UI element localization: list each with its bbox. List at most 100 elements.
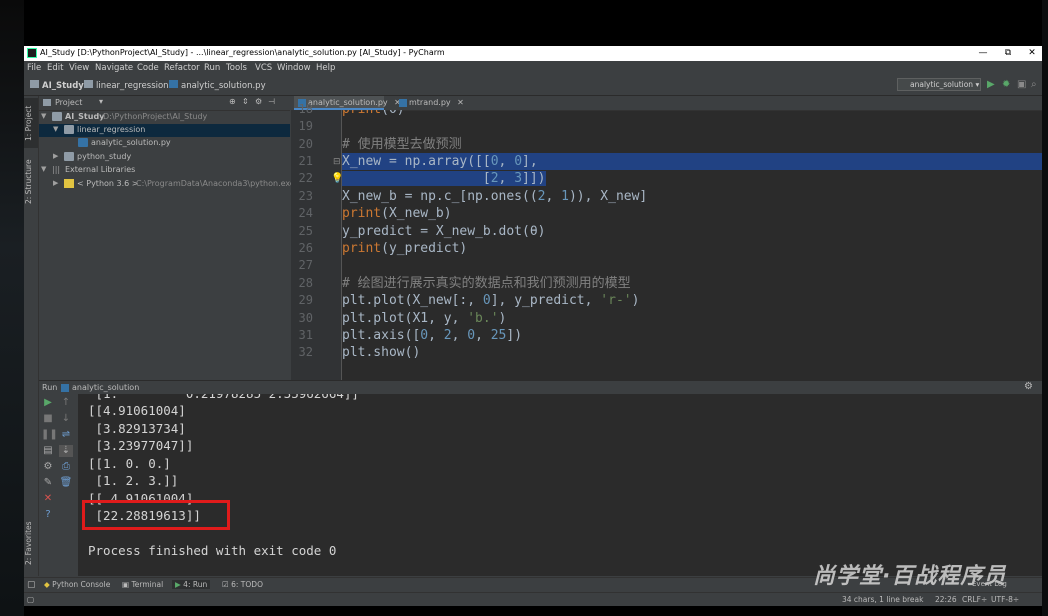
tab-todo[interactable]: ☑ 6: TODO <box>222 580 263 589</box>
tree-item-linear-regression[interactable]: ▼ linear_regression <box>39 124 290 137</box>
tab-favorites[interactable]: 2: Favorites <box>24 516 38 571</box>
run-config-select[interactable]: analytic_solution ▾ <box>897 78 981 91</box>
line-number: 26 <box>298 241 313 255</box>
tree-hint: D:\PythonProject\AI_Study <box>103 112 208 121</box>
tab-mtrand[interactable]: mtrand.py ✕ <box>395 96 464 110</box>
toggle-tool-windows-icon[interactable]: ▢ <box>27 580 36 590</box>
minimize-button[interactable]: — <box>976 47 990 59</box>
status-toggle-icon[interactable]: ▢ <box>27 595 34 604</box>
gear-icon[interactable]: ⚙ <box>255 97 262 106</box>
code-line: # 绘图进行展示真实的数据点和我们预测用的模型 <box>342 276 631 291</box>
menu-refactor[interactable]: Refactor <box>164 63 200 73</box>
tree-item-external-libraries[interactable]: ▼ ||| External Libraries <box>39 164 290 177</box>
event-log-link[interactable]: Event Log <box>972 580 1007 588</box>
project-panel-header: Project ▾ ⊕ ⇕ ⚙ ⊣ <box>39 96 290 111</box>
desktop-background-left <box>0 0 24 616</box>
code-editor: analytic_solution.py ✕ mtrand.py ✕ 18 19… <box>291 96 1042 382</box>
python-sdk-icon <box>64 179 74 188</box>
status-selection: 34 chars, 1 line break <box>842 595 924 604</box>
pause-icon[interactable]: ❚❚ <box>41 429 58 441</box>
help-icon[interactable]: ? <box>41 509 55 521</box>
folder-icon <box>52 112 62 121</box>
tab-terminal[interactable]: ▣ Terminal <box>122 580 163 589</box>
menu-navigate[interactable]: Navigate <box>95 63 133 73</box>
up-arrow-icon[interactable]: ↑ <box>59 397 73 409</box>
close-icon[interactable]: ✕ <box>41 493 55 505</box>
chevron-down-icon: ▼ <box>53 125 59 133</box>
code-area[interactable]: print(θ) # 使用模型去做预测 X_new = np.array([[0… <box>342 110 1042 382</box>
run-console[interactable]: [1. 0.21978285 2.35962664]] [[4.91061004… <box>78 394 1042 576</box>
tree-item-ai-study[interactable]: ▼ AI_Study D:\PythonProject\AI_Study <box>39 111 290 124</box>
tab-run[interactable]: ▶ 4: Run <box>172 580 211 589</box>
run-panel-header: Run analytic_solution ⚙ <box>39 380 1042 395</box>
coverage-icon[interactable]: ▣ <box>1017 79 1026 91</box>
line-number: 22 <box>298 171 313 185</box>
python-file-icon <box>169 80 178 88</box>
status-line-separator[interactable]: CRLF÷ <box>962 595 987 604</box>
pycharm-logo-icon <box>27 48 37 58</box>
collapse-icon[interactable]: ⇕ <box>242 97 249 106</box>
python-file-icon <box>78 138 88 147</box>
run-panel-title: Run <box>42 383 58 392</box>
close-button[interactable]: ✕ <box>1025 47 1039 59</box>
gear-icon[interactable]: ⚙ <box>1024 381 1033 392</box>
restore-button[interactable]: ⧉ <box>1001 47 1015 59</box>
python-file-icon <box>61 384 69 392</box>
menu-help[interactable]: Help <box>316 63 335 73</box>
breadcrumb-project[interactable]: AI_Study <box>30 80 84 91</box>
code-line: plt.show() <box>342 345 421 360</box>
menu-run[interactable]: Run <box>204 63 220 73</box>
line-number: 18 <box>298 102 313 116</box>
tree-label: analytic_solution.py <box>91 138 171 147</box>
tab-label: Terminal <box>131 580 164 589</box>
pin-icon[interactable]: ✎ <box>41 477 55 489</box>
tab-structure[interactable]: 2: Structure <box>24 154 38 209</box>
scroll-to-end-icon[interactable]: ⇣ <box>59 445 73 457</box>
editor-tabs: analytic_solution.py ✕ mtrand.py ✕ <box>291 96 1042 111</box>
stop-icon[interactable]: ■ <box>41 413 55 425</box>
breadcrumb-file[interactable]: analytic_solution.py <box>169 80 266 91</box>
breadcrumb-folder[interactable]: linear_regression <box>84 80 169 91</box>
menu-tools[interactable]: Tools <box>226 63 247 73</box>
code-line: plt.axis([0, 2, 0, 25]) <box>342 328 523 343</box>
project-panel-title[interactable]: Project <box>55 98 82 107</box>
close-icon[interactable]: ✕ <box>457 98 464 107</box>
tab-python-console[interactable]: ◆ Python Console <box>44 580 110 589</box>
run-icon[interactable]: ▶ <box>987 79 995 91</box>
chevron-down-icon[interactable]: ▾ <box>99 97 103 106</box>
code-line: print(X_new_b) <box>342 206 452 221</box>
menu-vcs[interactable]: VCS <box>255 63 272 73</box>
tree-item-python-study[interactable]: ▶ python_study <box>39 151 290 164</box>
tree-item-python-sdk[interactable]: ▶ < Python 3.6 > C:\ProgramData\Anaconda… <box>39 178 295 191</box>
tab-label: analytic_solution.py <box>308 98 388 107</box>
dump-threads-icon[interactable]: ▤ <box>41 445 55 457</box>
chevron-down-icon: ▼ <box>41 165 47 173</box>
search-everywhere-icon[interactable]: ⌕ <box>1031 79 1037 91</box>
menu-file[interactable]: File <box>27 63 41 73</box>
tree-item-analytic-solution[interactable]: analytic_solution.py <box>39 137 290 150</box>
menu-edit[interactable]: Edit <box>47 63 63 73</box>
print-icon[interactable]: ⎙ <box>59 461 73 473</box>
menu-window[interactable]: Window <box>277 63 311 73</box>
todo-icon: ☑ <box>222 580 229 589</box>
menu-view[interactable]: View <box>69 63 89 73</box>
locate-icon[interactable]: ⊕ <box>229 97 236 106</box>
down-arrow-icon[interactable]: ↓ <box>59 413 73 425</box>
fold-icon[interactable]: ⊟ <box>333 157 341 167</box>
chevron-down-icon: ▼ <box>41 112 47 120</box>
status-encoding[interactable]: UTF-8÷ <box>991 595 1019 604</box>
menu-code[interactable]: Code <box>137 63 159 73</box>
console-line: [[4.91061004] <box>88 403 186 418</box>
run-config-name: analytic_solution <box>72 383 140 392</box>
tab-project[interactable]: 1: Project <box>24 98 38 148</box>
soft-wrap-icon[interactable]: ⇌ <box>59 429 73 441</box>
run-toolbar: ▶ ↑ ■ ↓ ❚❚ ⇌ ▤ ⇣ ⚙ ⎙ ✎ 🗑 ✕ ? <box>39 394 77 576</box>
debug-icon[interactable]: ✹ <box>1002 79 1010 91</box>
rerun-icon[interactable]: ▶ <box>41 397 55 409</box>
clear-icon[interactable]: 🗑 <box>59 477 73 489</box>
hide-icon[interactable]: ⊣ <box>268 97 275 106</box>
breadcrumb-folder-label: linear_regression <box>96 81 169 91</box>
status-caret-position[interactable]: 22:26 <box>935 595 957 604</box>
settings-icon[interactable]: ⚙ <box>41 461 55 473</box>
